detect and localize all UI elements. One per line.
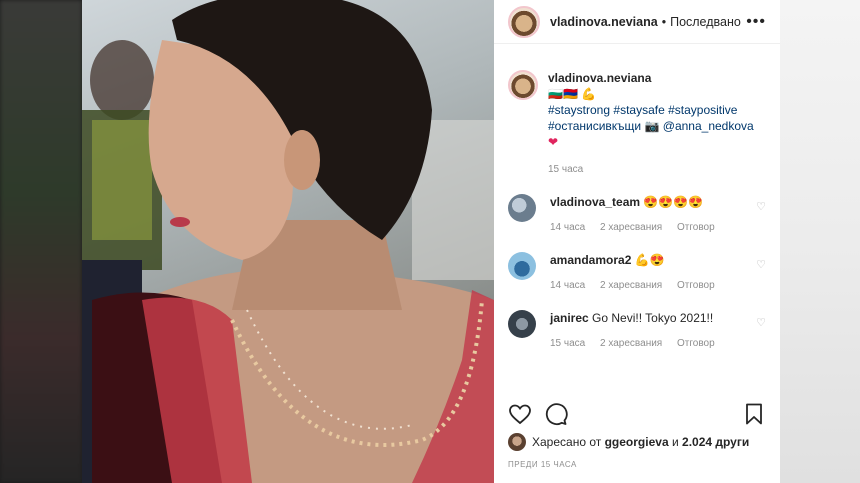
- caption-avatar[interactable]: [508, 70, 538, 100]
- following-button[interactable]: Последвано: [670, 15, 741, 29]
- comments-list: vladinova.neviana 🇧🇬🇦🇲 💪 #staystrong #st…: [494, 44, 780, 352]
- caption-body: vladinova.neviana 🇧🇬🇦🇲 💪 #staystrong #st…: [548, 70, 754, 178]
- hashtag-staysafe[interactable]: #staysafe: [613, 103, 664, 117]
- instagram-post-view: vladinova.neviana • Последвано ••• vladi…: [0, 0, 860, 483]
- post-time-ago[interactable]: ПРЕДИ 15 ЧАСА: [508, 460, 577, 469]
- hashtag-ostanisivkashti[interactable]: #останисивкъщи: [548, 119, 641, 133]
- comment-item: amandamora2 💪😍 14 часа 2 харесвания Отго…: [508, 252, 766, 294]
- comment-username[interactable]: amandamora2: [550, 253, 631, 267]
- photo-illustration: [82, 0, 494, 483]
- comment-text: 😍😍😍😍: [643, 195, 704, 209]
- comment-item: janirec Go Nevi!! Tokyo 2021!! 15 часа 2…: [508, 310, 766, 352]
- comment-likes[interactable]: 2 харесвания: [600, 222, 662, 233]
- mention-anna-nedkova[interactable]: @anna_nedkova: [663, 119, 754, 133]
- post-header: vladinova.neviana • Последвано •••: [494, 0, 780, 44]
- reply-button[interactable]: Отговор: [677, 280, 715, 291]
- more-options-icon[interactable]: •••: [746, 13, 766, 31]
- comment-time: 15 часа: [550, 338, 586, 349]
- camera-emoji: 📷: [644, 119, 660, 133]
- blurred-background-left: [0, 0, 82, 483]
- caption-time: 15 часа: [548, 164, 584, 175]
- comment-meta: 15 часа 2 харесвания Отговор: [550, 336, 750, 352]
- comment-time: 14 часа: [550, 280, 586, 291]
- header-separator: •: [661, 14, 667, 29]
- comment-text: 💪😍: [634, 253, 665, 267]
- bookmark-icon[interactable]: [742, 402, 766, 426]
- comment-icon[interactable]: [544, 402, 568, 426]
- caption: vladinova.neviana 🇧🇬🇦🇲 💪 #staystrong #st…: [508, 70, 766, 178]
- comment-item: vladinova_team 😍😍😍😍 14 часа 2 харесвания…: [508, 194, 766, 236]
- author-username[interactable]: vladinova.neviana: [550, 15, 658, 29]
- comment-username[interactable]: janirec: [550, 311, 589, 325]
- post-actions: [494, 400, 780, 428]
- comment-avatar[interactable]: [508, 310, 536, 338]
- likes-prefix: Харесано от: [532, 435, 602, 449]
- comment-body: vladinova_team 😍😍😍😍 14 часа 2 харесвания…: [550, 194, 750, 236]
- comment-like-heart-icon[interactable]: ♡: [756, 258, 766, 271]
- comment-avatar[interactable]: [508, 194, 536, 222]
- comment-meta: 14 часа 2 харесвания Отговор: [550, 220, 750, 236]
- heart-emoji: ❤: [548, 135, 559, 149]
- liker-username[interactable]: ggeorgieva: [605, 435, 669, 449]
- comment-text: Go Nevi!! Tokyo 2021!!: [592, 311, 714, 325]
- comment-likes[interactable]: 2 харесвания: [600, 338, 662, 349]
- comment-time: 14 часа: [550, 222, 586, 233]
- heart-icon[interactable]: [508, 402, 532, 426]
- post-side-panel: vladinova.neviana • Последвано ••• vladi…: [494, 0, 780, 483]
- post-photo[interactable]: [82, 0, 494, 483]
- comment-body: janirec Go Nevi!! Tokyo 2021!! 15 часа 2…: [550, 310, 750, 352]
- comment-username[interactable]: vladinova_team: [550, 195, 640, 209]
- comment-avatar[interactable]: [508, 252, 536, 280]
- blurred-background-right: [780, 0, 860, 483]
- comment-meta: 14 часа 2 харесвания Отговор: [550, 278, 750, 294]
- comment-like-heart-icon[interactable]: ♡: [756, 200, 766, 213]
- reply-button[interactable]: Отговор: [677, 222, 715, 233]
- likes-count[interactable]: 2.024 други: [682, 435, 749, 449]
- caption-username[interactable]: vladinova.neviana: [548, 71, 651, 85]
- comment-likes[interactable]: 2 харесвания: [600, 280, 662, 291]
- author-avatar[interactable]: [508, 5, 540, 38]
- hashtag-staypositive[interactable]: #staypositive: [668, 103, 737, 117]
- likes-summary: Харесано от ggeorgieva и 2.024 други: [508, 433, 749, 451]
- reply-button[interactable]: Отговор: [677, 338, 715, 349]
- hashtag-staystrong[interactable]: #staystrong: [548, 103, 610, 117]
- caption-emoji-line: 🇧🇬🇦🇲 💪: [548, 87, 597, 101]
- comment-body: amandamora2 💪😍 14 часа 2 харесвания Отго…: [550, 252, 750, 294]
- likes-conj: и: [671, 435, 679, 449]
- liker-avatar[interactable]: [508, 433, 526, 451]
- comment-like-heart-icon[interactable]: ♡: [756, 316, 766, 329]
